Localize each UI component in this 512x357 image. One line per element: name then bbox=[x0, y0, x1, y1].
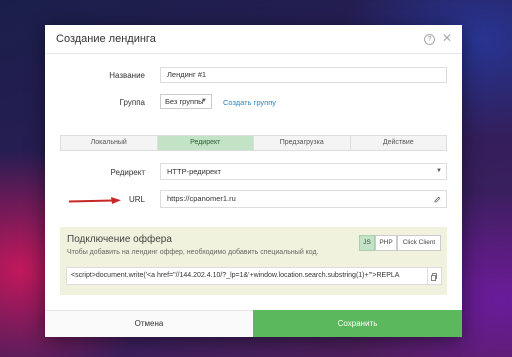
redirect-type-tabs: Локальный Редирект Предзагрузка Действие bbox=[60, 135, 447, 151]
copy-icon bbox=[431, 273, 437, 281]
copy-button[interactable] bbox=[428, 267, 442, 285]
redirect-select-value: HTTP-редирект bbox=[167, 167, 221, 176]
offer-connect-panel: Подключение оффера Чтобы добавить на лен… bbox=[60, 227, 447, 295]
close-icon[interactable]: ✕ bbox=[442, 31, 452, 45]
url-value: https://cpanomer1.ru bbox=[167, 194, 236, 203]
group-select[interactable]: Без группы ▼ bbox=[160, 94, 212, 109]
offer-code-field[interactable]: <script>document.write('<a href="//144.2… bbox=[66, 267, 428, 285]
offer-subtitle: Чтобы добавить на лендинг оффер, необход… bbox=[67, 249, 319, 256]
tab-preload[interactable]: Предзагрузка bbox=[254, 136, 351, 150]
cancel-button[interactable]: Отмена bbox=[45, 310, 253, 337]
modal-title: Создание лендинга bbox=[56, 33, 156, 45]
save-button[interactable]: Сохранить bbox=[253, 310, 462, 337]
chevron-down-icon: ▼ bbox=[201, 98, 207, 104]
name-input[interactable]: Лендинг #1 bbox=[160, 67, 447, 83]
tab-local[interactable]: Локальный bbox=[61, 136, 158, 150]
group-select-value: Без группы bbox=[165, 97, 204, 106]
name-label: Название bbox=[109, 71, 145, 80]
offer-title: Подключение оффера bbox=[67, 234, 172, 245]
modal-header: Создание лендинга ? ✕ bbox=[45, 25, 462, 54]
group-label: Группа bbox=[119, 98, 145, 107]
redirect-label: Редирект bbox=[110, 168, 145, 177]
tab-action[interactable]: Действие bbox=[350, 136, 446, 150]
pencil-icon[interactable] bbox=[434, 196, 441, 203]
tab-redirect[interactable]: Редирект bbox=[157, 136, 254, 150]
url-label: URL bbox=[128, 195, 145, 204]
lang-click-client-button[interactable]: Click Client bbox=[397, 235, 441, 251]
url-input[interactable]: https://cpanomer1.ru bbox=[160, 190, 447, 208]
lang-js-button[interactable]: JS bbox=[359, 235, 375, 251]
create-landing-modal: Создание лендинга ? ✕ Название Лендинг #… bbox=[45, 25, 462, 337]
help-icon[interactable]: ? bbox=[424, 34, 435, 45]
chevron-down-icon: ▼ bbox=[436, 168, 442, 174]
create-group-link[interactable]: Создать группу bbox=[223, 98, 276, 107]
redirect-select[interactable]: HTTP-редирект ▼ bbox=[160, 163, 447, 180]
lang-php-button[interactable]: PHP bbox=[375, 235, 397, 251]
